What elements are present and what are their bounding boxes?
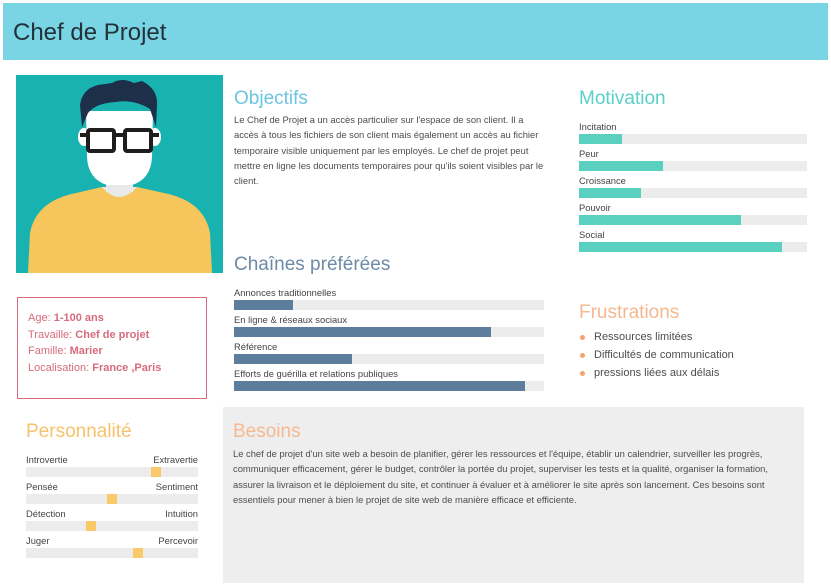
- motivation-bar-label: Peur: [579, 148, 599, 159]
- list-item: Difficultés de communication: [580, 346, 734, 364]
- age-row: Age: 1-100 ans: [28, 312, 104, 324]
- channel-bar-track: [234, 327, 544, 337]
- page-title: Chef de Projet: [13, 19, 167, 46]
- channel-bar-fill: [234, 354, 352, 364]
- personality-title: Personnalité: [26, 421, 132, 442]
- personality-right-label: Percevoir: [158, 535, 198, 546]
- channel-bar-label: Référence: [234, 341, 278, 352]
- motivation-bar-track: [579, 242, 807, 252]
- personality-slider-track: [26, 467, 198, 477]
- motivation-bar-fill: [579, 215, 741, 225]
- location-row: Localisation: France ,Paris: [28, 361, 162, 374]
- objectives-title: Objectifs: [234, 88, 308, 109]
- channel-bar-track: [234, 300, 544, 310]
- motivation-bar-fill: [579, 134, 623, 144]
- channel-bar-track: [234, 354, 544, 364]
- frustrations-title: Frustrations: [579, 302, 680, 323]
- personality-slider-track: [26, 521, 198, 531]
- motivation-bar-label: Incitation: [579, 121, 617, 132]
- motivation-bar-track: [579, 188, 807, 198]
- personality-marker: [132, 548, 143, 558]
- channel-bar-label: En ligne & réseaux sociaux: [234, 314, 348, 325]
- motivation-bar-label: Pouvoir: [579, 202, 611, 213]
- personality-right-label: Intuition: [165, 508, 198, 519]
- needs-text: Le chef de projet d'un site web a besoin…: [233, 448, 769, 505]
- avatar: [16, 75, 223, 273]
- motivation-bar-fill: [579, 161, 664, 171]
- personality-slider-track: [26, 494, 198, 504]
- needs-title: Besoins: [233, 421, 301, 442]
- motivation-bar-track: [579, 161, 807, 171]
- channel-bar-label: Efforts de guérilla et relations publiqu…: [234, 368, 398, 379]
- page-header: Chef de Projet: [3, 3, 828, 60]
- bullet-icon: [580, 371, 585, 376]
- list-item: pressions liées aux délais: [580, 364, 734, 382]
- personality-marker: [150, 467, 161, 477]
- work-row: Travaille: Chef de projet: [28, 328, 150, 341]
- motivation-bar-track: [579, 134, 807, 144]
- bullet-icon: [580, 335, 585, 340]
- motivation-bar-track: [579, 215, 807, 225]
- bullet-icon: [580, 353, 585, 358]
- objectives-text: Le Chef de Projet a un accès particulier…: [234, 114, 544, 187]
- motivation-bar-label: Croissance: [579, 175, 626, 186]
- profile-info-box: Age: 1-100 ans Travaille: Chef de projet…: [17, 297, 207, 399]
- personality-marker: [85, 521, 96, 531]
- motivation-title: Motivation: [579, 88, 666, 109]
- family-row: Famille: Marier: [28, 345, 103, 357]
- person-avatar-illustration: [28, 80, 212, 273]
- personality-marker: [107, 494, 117, 504]
- personality-slider-track: [26, 548, 198, 558]
- channel-bar-track: [234, 381, 544, 391]
- channels-title: Chaînes préférées: [234, 254, 391, 275]
- personality-right-label: Sentiment: [155, 481, 198, 492]
- channel-bar-fill: [234, 300, 293, 310]
- motivation-bar-fill: [579, 188, 641, 198]
- list-item: Ressources limitées: [580, 328, 734, 346]
- channel-bar-fill: [234, 381, 526, 391]
- motivation-bar-fill: [579, 242, 782, 252]
- frustrations-list: Ressources limitées Difficultés de commu…: [580, 328, 734, 382]
- personality-right-label: Extravertie: [153, 454, 198, 465]
- needs-panel: Besoins Le chef de projet d'un site web …: [223, 407, 804, 583]
- channel-bar-fill: [234, 327, 492, 337]
- motivation-bar-label: Social: [579, 229, 605, 240]
- channel-bar-label: Annonces traditionnelles: [234, 287, 337, 298]
